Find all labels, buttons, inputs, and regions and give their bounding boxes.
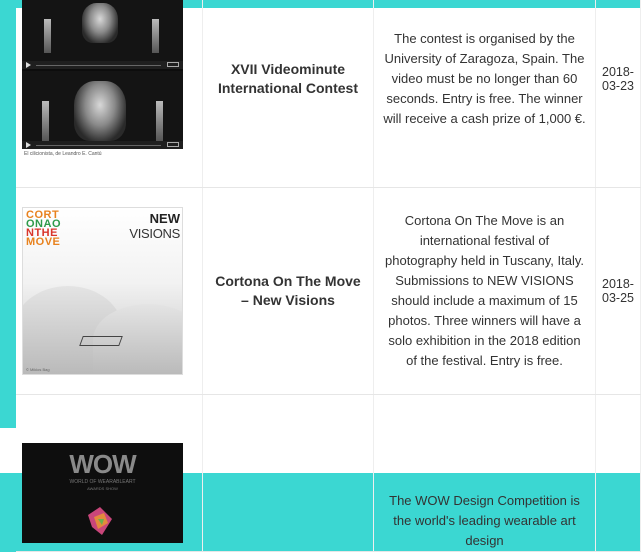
cortona-logo: CORT ONAO NTHE MOVE [26,210,61,248]
visions-label: VISIONS [129,226,180,241]
video-controls-bottom[interactable] [22,141,183,149]
contest-title[interactable] [202,394,374,552]
video-thumbnail[interactable]: El cilicionista, de Leandro E. Cantú [22,0,183,159]
table-row: CORT ONAO NTHE MOVE NEW VISIONS © Miklos… [16,187,641,395]
contest-deadline: 2018-03-23 [595,0,641,188]
image-cell: El cilicionista, de Leandro E. Cantú [16,0,203,188]
wow-logo: WOW [69,449,136,479]
video-player[interactable] [22,0,183,149]
new-visions-label: NEW VISIONS [129,211,180,241]
performer-figure [82,3,118,43]
contests-table: El cilicionista, de Leandro E. Cantú XVI… [16,0,641,552]
wow-art-icon [88,507,112,535]
table-row: El cilicionista, de Leandro E. Cantú XVI… [16,0,641,188]
play-icon[interactable] [26,142,31,148]
image-cell: CORT ONAO NTHE MOVE NEW VISIONS © Miklos… [16,187,203,395]
image-cell: WOW WORLD OF WEARABLEART AWARDS SHOW [16,394,203,552]
cortona-thumbnail[interactable]: CORT ONAO NTHE MOVE NEW VISIONS © Miklos… [22,207,183,375]
table-row: WOW WORLD OF WEARABLEART AWARDS SHOW The… [16,394,641,552]
contest-deadline [595,394,641,552]
wow-subtitle-2: AWARDS SHOW [87,486,118,491]
progress-bar[interactable] [36,145,161,146]
contest-description: The contest is organised by the Universi… [373,0,596,188]
contest-description: Cortona On The Move is an international … [373,187,596,395]
logo-line: MOVE [26,236,61,248]
video-frame-top [22,0,183,61]
pedestal [42,101,49,141]
progress-bar[interactable] [36,65,161,66]
pedestal [44,19,51,53]
new-label: NEW [149,211,180,226]
contest-description: The WOW Design Competition is the world'… [373,394,596,552]
video-frame-bottom [22,71,183,149]
video-controls-top[interactable] [22,61,183,69]
fullscreen-icon[interactable] [167,142,179,147]
performer-figure [74,81,126,141]
contest-deadline: 2018-03-25 [595,187,641,395]
contest-title[interactable]: Cortona On The Move – New Visions [202,187,374,395]
frame-object [79,336,123,346]
fullscreen-icon[interactable] [167,62,179,67]
pedestal [156,101,163,141]
contest-title[interactable]: XVII Videominute International Contest [202,0,374,188]
pedestal [152,19,159,53]
play-icon[interactable] [26,62,31,68]
wow-subtitle: WORLD OF WEARABLEART [69,479,136,485]
photo-credit: © Miklos Bag [26,367,50,372]
wow-thumbnail[interactable]: WOW WORLD OF WEARABLEART AWARDS SHOW [22,443,183,543]
image-caption: El cilicionista, de Leandro E. Cantú [22,149,183,159]
